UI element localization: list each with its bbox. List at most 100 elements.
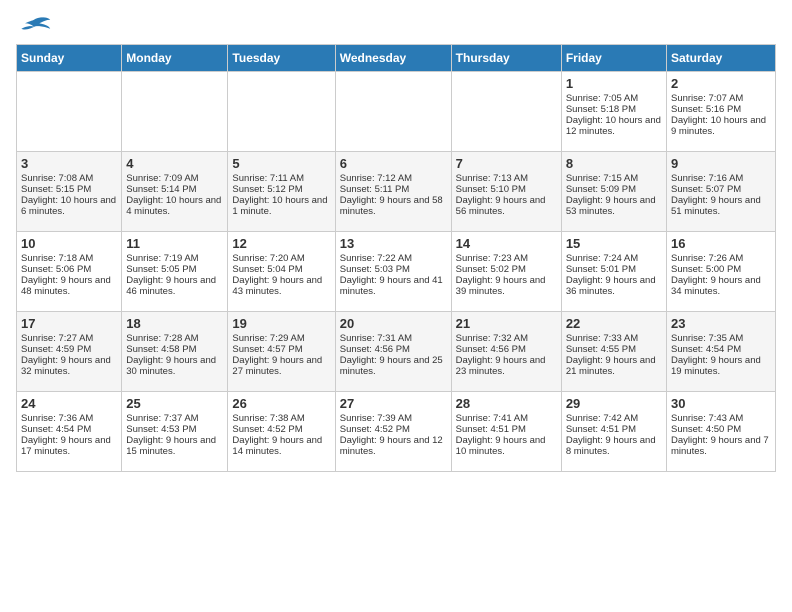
day-info: Daylight: 10 hours and 9 minutes.	[671, 115, 771, 137]
day-info: Sunrise: 7:28 AM	[126, 333, 223, 344]
day-info: Sunrise: 7:35 AM	[671, 333, 771, 344]
day-info: Sunset: 5:09 PM	[566, 184, 662, 195]
calendar-cell: 23Sunrise: 7:35 AMSunset: 4:54 PMDayligh…	[666, 312, 775, 392]
day-info: Sunrise: 7:07 AM	[671, 93, 771, 104]
calendar-cell	[122, 72, 228, 152]
logo	[16, 16, 56, 36]
day-info: Sunrise: 7:27 AM	[21, 333, 117, 344]
day-info: Sunrise: 7:39 AM	[340, 413, 447, 424]
week-row-4: 17Sunrise: 7:27 AMSunset: 4:59 PMDayligh…	[17, 312, 776, 392]
day-info: Daylight: 9 hours and 32 minutes.	[21, 355, 117, 377]
calendar-cell	[228, 72, 335, 152]
calendar-cell: 16Sunrise: 7:26 AMSunset: 5:00 PMDayligh…	[666, 232, 775, 312]
day-number: 5	[232, 156, 330, 171]
day-info: Daylight: 9 hours and 46 minutes.	[126, 275, 223, 297]
day-number: 1	[566, 76, 662, 91]
day-number: 2	[671, 76, 771, 91]
day-info: Daylight: 9 hours and 48 minutes.	[21, 275, 117, 297]
day-info: Daylight: 9 hours and 12 minutes.	[340, 435, 447, 457]
day-info: Sunrise: 7:43 AM	[671, 413, 771, 424]
day-info: Sunset: 4:58 PM	[126, 344, 223, 355]
calendar-cell: 1Sunrise: 7:05 AMSunset: 5:18 PMDaylight…	[561, 72, 666, 152]
day-info: Sunset: 5:11 PM	[340, 184, 447, 195]
day-info: Sunset: 4:56 PM	[456, 344, 557, 355]
day-info: Daylight: 9 hours and 58 minutes.	[340, 195, 447, 217]
day-info: Daylight: 9 hours and 41 minutes.	[340, 275, 447, 297]
day-info: Sunset: 5:07 PM	[671, 184, 771, 195]
day-info: Sunrise: 7:20 AM	[232, 253, 330, 264]
day-info: Sunrise: 7:33 AM	[566, 333, 662, 344]
day-number: 7	[456, 156, 557, 171]
calendar-cell: 29Sunrise: 7:42 AMSunset: 4:51 PMDayligh…	[561, 392, 666, 472]
day-info: Sunset: 5:06 PM	[21, 264, 117, 275]
day-info: Sunset: 4:54 PM	[21, 424, 117, 435]
day-info: Sunset: 5:10 PM	[456, 184, 557, 195]
day-number: 30	[671, 396, 771, 411]
day-info: Sunset: 5:02 PM	[456, 264, 557, 275]
day-number: 17	[21, 316, 117, 331]
day-info: Daylight: 9 hours and 30 minutes.	[126, 355, 223, 377]
day-info: Daylight: 10 hours and 1 minute.	[232, 195, 330, 217]
calendar-cell: 9Sunrise: 7:16 AMSunset: 5:07 PMDaylight…	[666, 152, 775, 232]
col-header-sunday: Sunday	[17, 45, 122, 72]
calendar-cell: 22Sunrise: 7:33 AMSunset: 4:55 PMDayligh…	[561, 312, 666, 392]
day-number: 22	[566, 316, 662, 331]
day-info: Sunset: 5:16 PM	[671, 104, 771, 115]
day-info: Daylight: 10 hours and 12 minutes.	[566, 115, 662, 137]
calendar-cell: 6Sunrise: 7:12 AMSunset: 5:11 PMDaylight…	[335, 152, 451, 232]
day-info: Daylight: 9 hours and 15 minutes.	[126, 435, 223, 457]
calendar-cell: 7Sunrise: 7:13 AMSunset: 5:10 PMDaylight…	[451, 152, 561, 232]
day-info: Sunrise: 7:32 AM	[456, 333, 557, 344]
day-info: Sunrise: 7:09 AM	[126, 173, 223, 184]
day-info: Sunset: 5:12 PM	[232, 184, 330, 195]
day-info: Daylight: 9 hours and 8 minutes.	[566, 435, 662, 457]
day-info: Sunset: 5:01 PM	[566, 264, 662, 275]
week-row-1: 1Sunrise: 7:05 AMSunset: 5:18 PMDaylight…	[17, 72, 776, 152]
day-info: Daylight: 9 hours and 25 minutes.	[340, 355, 447, 377]
day-number: 15	[566, 236, 662, 251]
calendar-cell: 25Sunrise: 7:37 AMSunset: 4:53 PMDayligh…	[122, 392, 228, 472]
day-info: Sunrise: 7:08 AM	[21, 173, 117, 184]
calendar-cell: 24Sunrise: 7:36 AMSunset: 4:54 PMDayligh…	[17, 392, 122, 472]
day-number: 12	[232, 236, 330, 251]
day-info: Sunrise: 7:36 AM	[21, 413, 117, 424]
day-info: Daylight: 9 hours and 21 minutes.	[566, 355, 662, 377]
calendar-cell	[335, 72, 451, 152]
calendar-cell: 11Sunrise: 7:19 AMSunset: 5:05 PMDayligh…	[122, 232, 228, 312]
day-info: Sunrise: 7:29 AM	[232, 333, 330, 344]
day-info: Sunset: 5:14 PM	[126, 184, 223, 195]
day-info: Daylight: 9 hours and 39 minutes.	[456, 275, 557, 297]
day-info: Daylight: 9 hours and 23 minutes.	[456, 355, 557, 377]
col-header-monday: Monday	[122, 45, 228, 72]
calendar-cell: 8Sunrise: 7:15 AMSunset: 5:09 PMDaylight…	[561, 152, 666, 232]
day-number: 6	[340, 156, 447, 171]
calendar-cell	[451, 72, 561, 152]
day-info: Sunrise: 7:31 AM	[340, 333, 447, 344]
calendar-cell: 17Sunrise: 7:27 AMSunset: 4:59 PMDayligh…	[17, 312, 122, 392]
calendar-cell: 5 Sunrise: 7:11 AMSunset: 5:12 PMDaylight…	[228, 152, 335, 232]
day-info: Sunrise: 7:38 AM	[232, 413, 330, 424]
col-header-tuesday: Tuesday	[228, 45, 335, 72]
day-number: 9	[671, 156, 771, 171]
day-number: 8	[566, 156, 662, 171]
calendar-cell: 12Sunrise: 7:20 AMSunset: 5:04 PMDayligh…	[228, 232, 335, 312]
day-info: Daylight: 9 hours and 10 minutes.	[456, 435, 557, 457]
logo-icon	[16, 16, 52, 36]
day-info: Sunset: 4:50 PM	[671, 424, 771, 435]
day-info: Sunrise: 7:11 AM	[232, 173, 330, 184]
day-info: Sunset: 5:03 PM	[340, 264, 447, 275]
calendar-cell: 21Sunrise: 7:32 AMSunset: 4:56 PMDayligh…	[451, 312, 561, 392]
calendar-cell: 30 Sunrise: 7:43 AMSunset: 4:50 PMDayligh…	[666, 392, 775, 472]
day-info: Sunset: 4:53 PM	[126, 424, 223, 435]
day-info: Sunrise: 7:15 AM	[566, 173, 662, 184]
calendar-cell: 27Sunrise: 7:39 AMSunset: 4:52 PMDayligh…	[335, 392, 451, 472]
day-number: 3	[21, 156, 117, 171]
day-info: Sunset: 4:56 PM	[340, 344, 447, 355]
day-number: 20	[340, 316, 447, 331]
day-info: Sunrise: 7:18 AM	[21, 253, 117, 264]
week-row-3: 10Sunrise: 7:18 AMSunset: 5:06 PMDayligh…	[17, 232, 776, 312]
day-info: Sunrise: 7:13 AM	[456, 173, 557, 184]
day-info: Daylight: 9 hours and 7 minutes.	[671, 435, 771, 457]
day-number: 13	[340, 236, 447, 251]
day-info: Sunset: 4:52 PM	[232, 424, 330, 435]
